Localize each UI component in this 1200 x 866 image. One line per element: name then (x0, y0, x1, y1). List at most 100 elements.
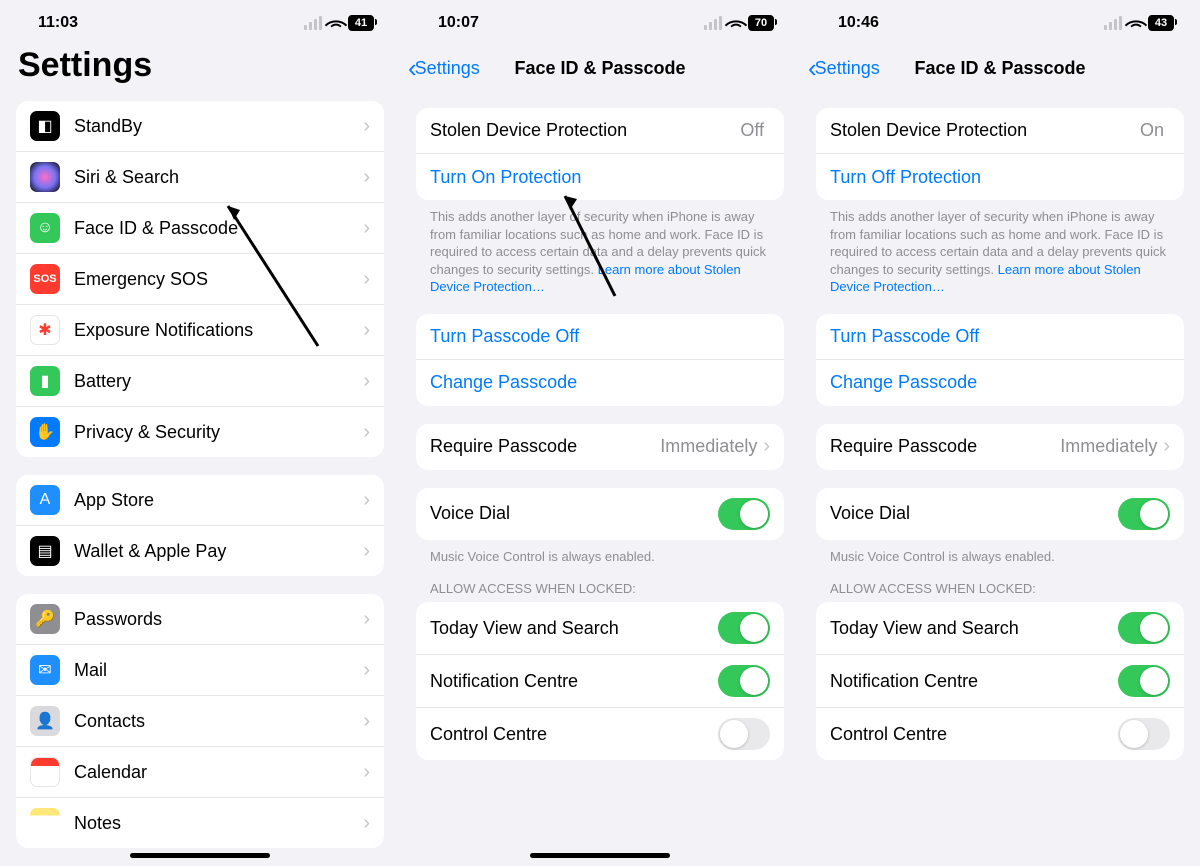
settings-row-passwords[interactable]: 🔑Passwords› (16, 594, 384, 645)
allow-header: ALLOW ACCESS WHEN LOCKED: (800, 565, 1200, 602)
row-label: Battery (74, 371, 363, 392)
allow-group: Today View and Search Notification Centr… (816, 602, 1184, 760)
standby-icon: ◧ (30, 111, 60, 141)
back-label: Settings (415, 58, 480, 79)
voice-group: Voice Dial (416, 488, 784, 540)
voice-dial-row: Voice Dial (416, 488, 784, 540)
wifi-icon (726, 17, 744, 30)
nav-bar: ‹Settings Face ID & Passcode (400, 46, 800, 90)
chevron-right-icon: › (363, 421, 370, 444)
chevron-right-icon: › (363, 166, 370, 189)
row-label: Privacy & Security (74, 422, 363, 443)
chevron-right-icon: › (363, 268, 370, 291)
require-group: Require PasscodeImmediately› (416, 424, 784, 470)
nav-bar: ‹Settings Face ID & Passcode (800, 46, 1200, 90)
notification-centre-row: Notification Centre (416, 655, 784, 708)
today-view-row: Today View and Search (816, 602, 1184, 655)
wifi-icon (1126, 17, 1144, 30)
notif-toggle[interactable] (1118, 665, 1170, 697)
row-label: Exposure Notifications (74, 320, 363, 341)
chevron-right-icon: › (363, 115, 370, 138)
sdp-group: Stolen Device ProtectionOff Turn On Prot… (416, 108, 784, 200)
row-label: Mail (74, 660, 363, 681)
control-toggle[interactable] (718, 718, 770, 750)
settings-row-wallet-apple-pay[interactable]: ▤Wallet & Apple Pay› (16, 526, 384, 576)
today-toggle[interactable] (718, 612, 770, 644)
voice-dial-toggle[interactable] (718, 498, 770, 530)
battery-icon: 70 (748, 15, 774, 31)
settings-row-battery[interactable]: ▮Battery› (16, 356, 384, 407)
siri-search-icon (30, 162, 60, 192)
settings-row-faceid-passcode[interactable]: ☺Face ID & Passcode› (16, 203, 384, 254)
require-value: Immediately (1060, 436, 1157, 457)
require-value: Immediately (660, 436, 757, 457)
status-bar: 11:03 41 (0, 0, 400, 46)
settings-row-privacy-security[interactable]: ✋Privacy & Security› (16, 407, 384, 457)
wifi-icon (326, 17, 344, 30)
allow-group: Today View and Search Notification Centr… (416, 602, 784, 760)
settings-row-calendar[interactable]: Calendar› (16, 747, 384, 798)
chevron-right-icon: › (363, 319, 370, 342)
change-passcode-button[interactable]: Change Passcode (416, 360, 784, 406)
sdp-label: Stolen Device Protection (830, 120, 1140, 141)
voice-dial-toggle[interactable] (1118, 498, 1170, 530)
notif-toggle[interactable] (718, 665, 770, 697)
battery-icon: ▮ (30, 366, 60, 396)
sdp-action-label: Turn Off Protection (830, 167, 981, 188)
row-label: App Store (74, 490, 363, 511)
settings-row-mail[interactable]: ✉Mail› (16, 645, 384, 696)
status-bar: 10:46 43 (800, 0, 1200, 46)
cellular-icon (704, 16, 722, 30)
settings-row-standby[interactable]: ◧ StandBy› (16, 101, 384, 152)
home-indicator (130, 853, 270, 858)
back-button[interactable]: ‹Settings (408, 55, 480, 81)
row-label: StandBy (74, 116, 363, 137)
control-centre-row: Control Centre (816, 708, 1184, 760)
chevron-right-icon: › (363, 710, 370, 733)
sdp-status-row[interactable]: Stolen Device ProtectionOff (416, 108, 784, 154)
status-time: 11:03 (38, 14, 78, 32)
notification-centre-row: Notification Centre (816, 655, 1184, 708)
voice-dial-row: Voice Dial (816, 488, 1184, 540)
settings-group-2: AApp Store›▤Wallet & Apple Pay› (16, 475, 384, 576)
sdp-action-label: Turn On Protection (430, 167, 581, 188)
cellular-icon (304, 16, 322, 30)
turn-passcode-off-button[interactable]: Turn Passcode Off (416, 314, 784, 360)
row-label: Calendar (74, 762, 363, 783)
row-label: Contacts (74, 711, 363, 732)
page-title: Settings (0, 46, 400, 93)
passcode-group: Turn Passcode Off Change Passcode (816, 314, 1184, 406)
control-toggle[interactable] (1118, 718, 1170, 750)
settings-row-siri-search[interactable]: Siri & Search› (16, 152, 384, 203)
settings-row-notes[interactable]: Notes› (16, 798, 384, 848)
turn-on-protection-button[interactable]: Turn On Protection (416, 154, 784, 200)
voice-footer: Music Voice Control is always enabled. (800, 540, 1200, 566)
settings-row-emergency-sos[interactable]: SOSEmergency SOS› (16, 254, 384, 305)
faceid-panel-off: 10:07 70 ‹Settings Face ID & Passcode St… (400, 0, 800, 866)
back-button[interactable]: ‹Settings (808, 55, 880, 81)
settings-row-exposure-notifications[interactable]: ✱Exposure Notifications› (16, 305, 384, 356)
require-passcode-row[interactable]: Require PasscodeImmediately› (416, 424, 784, 470)
settings-row-app-store[interactable]: AApp Store› (16, 475, 384, 526)
cellular-icon (1104, 16, 1122, 30)
settings-group-3: 🔑Passwords›✉Mail›👤Contacts›Calendar›Note… (16, 594, 384, 848)
settings-row-contacts[interactable]: 👤Contacts› (16, 696, 384, 747)
chevron-right-icon: › (363, 540, 370, 563)
notes-icon (30, 808, 60, 838)
calendar-icon (30, 757, 60, 787)
require-passcode-row[interactable]: Require PasscodeImmediately› (816, 424, 1184, 470)
change-passcode-button[interactable]: Change Passcode (816, 360, 1184, 406)
chevron-right-icon: › (363, 217, 370, 240)
control-centre-row: Control Centre (416, 708, 784, 760)
status-time: 10:46 (838, 14, 879, 32)
voice-footer: Music Voice Control is always enabled. (400, 540, 800, 566)
sdp-status-row[interactable]: Stolen Device ProtectionOn (816, 108, 1184, 154)
faceid-passcode-icon: ☺ (30, 213, 60, 243)
turn-off-protection-button[interactable]: Turn Off Protection (816, 154, 1184, 200)
sdp-value: On (1140, 120, 1164, 141)
voice-group: Voice Dial (816, 488, 1184, 540)
today-toggle[interactable] (1118, 612, 1170, 644)
passwords-icon: 🔑 (30, 604, 60, 634)
turn-passcode-off-button[interactable]: Turn Passcode Off (816, 314, 1184, 360)
nav-title: Face ID & Passcode (914, 58, 1085, 79)
